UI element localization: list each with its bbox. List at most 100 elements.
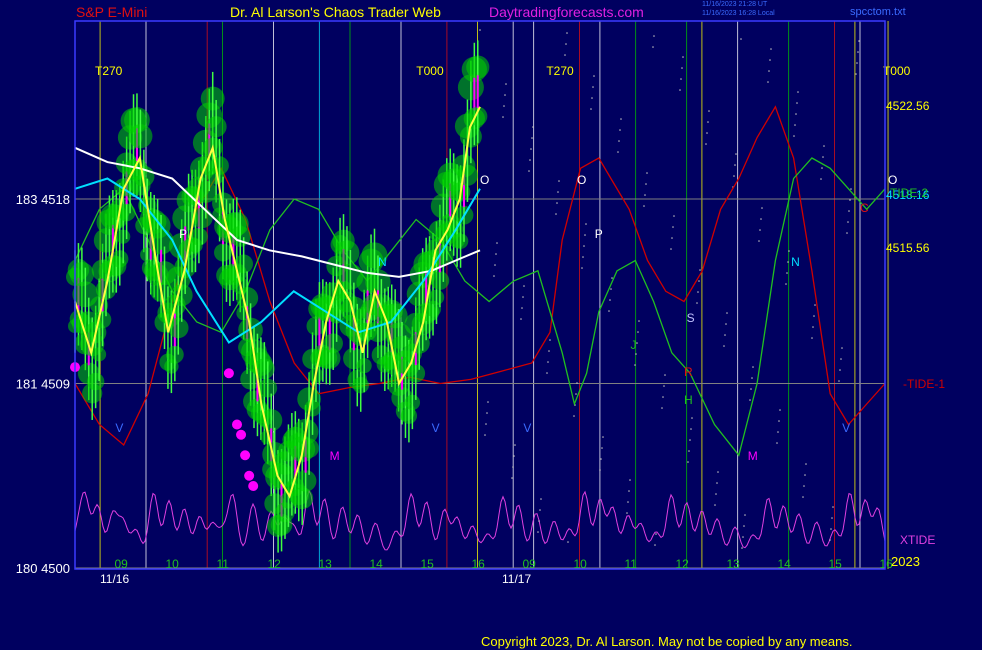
event-letter-label: H	[684, 393, 693, 407]
forecast-dot	[857, 51, 859, 53]
event-letter-label: O	[577, 173, 586, 187]
event-letter-label: M	[330, 449, 340, 463]
forecast-dot	[723, 345, 725, 347]
forecast-dot	[585, 223, 587, 225]
forecast-dot	[846, 232, 848, 234]
forecast-dot	[805, 463, 807, 465]
instrument-title: S&P E-Mini	[76, 4, 148, 20]
forecast-dot	[793, 135, 795, 137]
forecast-dot	[655, 533, 657, 535]
forecast-dot	[661, 407, 663, 409]
low-marker	[236, 429, 247, 440]
forecast-dot	[822, 156, 824, 158]
forecast-dot	[841, 347, 843, 349]
forecast-dot	[583, 245, 585, 247]
forecast-dot	[523, 285, 525, 287]
event-letter-label: O	[888, 173, 897, 187]
forecast-dot	[796, 102, 798, 104]
forecast-dot	[804, 474, 806, 476]
top-cycle-marker: T270	[546, 64, 574, 78]
forecast-dot	[513, 455, 515, 457]
event-letter-label: J	[631, 338, 637, 352]
forecast-dot	[654, 544, 656, 546]
forecast-dot	[628, 490, 630, 492]
forecast-dot	[856, 62, 858, 64]
forecast-dot	[485, 423, 487, 425]
low-marker	[244, 470, 255, 481]
event-letter-label: P	[179, 227, 187, 241]
forecast-dot	[638, 320, 640, 322]
forecast-dot	[744, 514, 746, 516]
forecast-dot	[785, 283, 787, 285]
forecast-dot	[629, 479, 631, 481]
forecast-dot	[537, 531, 539, 533]
forecast-dot	[643, 205, 645, 207]
forecast-dot	[635, 353, 637, 355]
forecast-dot	[848, 210, 850, 212]
forecast-dot	[626, 512, 628, 514]
forecast-dot	[776, 442, 778, 444]
forecast-dot	[582, 256, 584, 258]
forecast-dot	[811, 337, 813, 339]
forecast-dot	[850, 188, 852, 190]
forecast-dot	[609, 299, 611, 301]
forecast-dot	[522, 296, 524, 298]
low-marker	[240, 450, 251, 461]
forecast-dot	[687, 461, 689, 463]
forecast-dot	[484, 434, 486, 436]
event-letter-label: V	[115, 421, 123, 435]
forecast-dot	[592, 86, 594, 88]
forecast-dot	[602, 436, 604, 438]
forecast-dot	[750, 388, 752, 390]
forecast-dot	[847, 221, 849, 223]
event-letter-label: O	[480, 173, 489, 187]
event-letter-label: R	[684, 365, 693, 379]
forecast-dot	[707, 121, 709, 123]
forecast-dot	[611, 277, 613, 279]
y-left-tick-label: 183 4518	[16, 192, 70, 207]
forecast-dot	[812, 326, 814, 328]
forecast-dot	[725, 323, 727, 325]
forecast-dot	[823, 145, 825, 147]
forecast-dot	[617, 151, 619, 153]
forecast-dot	[590, 108, 592, 110]
forecast-dot	[512, 466, 514, 468]
forecast-dot	[520, 318, 522, 320]
site-url[interactable]: Daytradingforecasts.com	[489, 4, 644, 20]
forecast-dot	[770, 48, 772, 50]
forecast-dot	[829, 539, 831, 541]
forecast-dot	[531, 137, 533, 139]
forecast-dot	[567, 541, 569, 543]
copyright-notice: Copyright 2023, Dr. Al Larson. May not b…	[481, 634, 853, 649]
forecast-dot	[740, 38, 742, 40]
forecast-dot	[502, 116, 504, 118]
forecast-dot	[767, 81, 769, 83]
forecast-dot	[593, 75, 595, 77]
forecast-dot	[717, 471, 719, 473]
forecast-dot	[601, 447, 603, 449]
forecast-dot	[610, 288, 612, 290]
forecast-dot	[505, 83, 507, 85]
forecast-dot	[708, 110, 710, 112]
event-letter-label: P	[595, 227, 603, 241]
forecast-dot	[688, 450, 690, 452]
forecast-dot	[830, 528, 832, 530]
forecast-dot	[576, 382, 578, 384]
forecast-dot	[663, 385, 665, 387]
forecast-dot	[479, 29, 481, 31]
forecast-dot	[758, 240, 760, 242]
forecast-dot	[653, 35, 655, 37]
chaos-trader-chart: O O O P P N N S J RH C M M V V V V T270 T000 T270 T000 183 4…	[0, 0, 982, 650]
forecast-dot	[788, 250, 790, 252]
forecast-dot	[855, 73, 857, 75]
event-letter-label: V	[842, 421, 850, 435]
forecast-dot	[637, 331, 639, 333]
forecast-dot	[849, 199, 851, 201]
forecast-dot	[698, 280, 700, 282]
forecast-dot	[645, 183, 647, 185]
timestamp-ut: 11/16/2023 21:28 UT	[702, 1, 768, 8]
forecast-dot	[514, 444, 516, 446]
forecast-dot	[619, 129, 621, 131]
forecast-dot	[751, 377, 753, 379]
forecast-dot	[769, 59, 771, 61]
